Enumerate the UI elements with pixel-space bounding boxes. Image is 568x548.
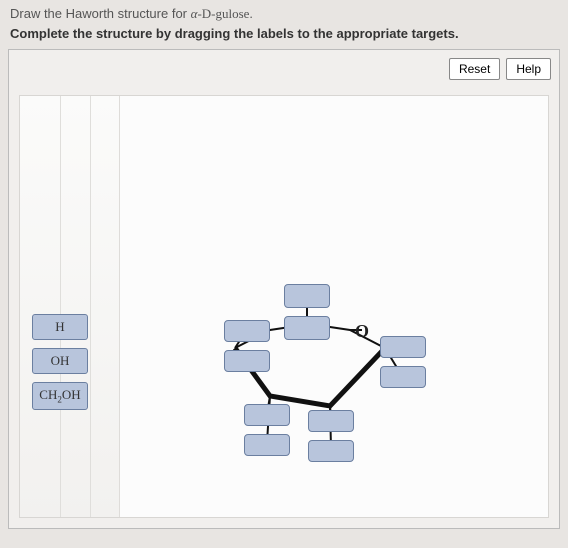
drop-target-c4-down[interactable] (224, 350, 270, 372)
prompt-tail: -D-gulose. (197, 6, 252, 21)
prompt-line-1: Draw the Haworth structure for α-D-gulos… (10, 6, 558, 22)
exercise-panel: Reset Help H OH CH2OH (8, 49, 560, 529)
prompt-part1: Draw the Haworth structure for (10, 6, 191, 21)
drop-target-c3-down[interactable] (244, 434, 290, 456)
label-palette: H OH CH2OH (20, 96, 120, 517)
drop-target-c2-up[interactable] (308, 410, 354, 432)
button-bar: Reset Help (449, 58, 551, 80)
drop-target-c1-up[interactable] (380, 336, 426, 358)
drop-target-c3-up[interactable] (244, 404, 290, 426)
label-chip-oh[interactable]: OH (32, 348, 88, 374)
drop-target-c5-up[interactable] (284, 284, 330, 308)
ring-oxygen-label: O (355, 321, 369, 342)
label-chip-h[interactable]: H (32, 314, 88, 340)
instructions-block: Draw the Haworth structure for α-D-gulos… (0, 0, 568, 43)
help-button[interactable]: Help (506, 58, 551, 80)
palette-divider (90, 96, 91, 517)
drawing-canvas: H OH CH2OH (19, 95, 549, 518)
palette-items: H OH CH2OH (32, 314, 88, 410)
drop-target-c5-down[interactable] (284, 316, 330, 340)
prompt-line-2: Complete the structure by dragging the l… (10, 26, 558, 41)
haworth-diagram: O (160, 246, 450, 496)
drop-target-c4-up[interactable] (224, 320, 270, 342)
drop-target-c2-down[interactable] (308, 440, 354, 462)
drop-target-c1-down[interactable] (380, 366, 426, 388)
label-chip-ch2oh[interactable]: CH2OH (32, 382, 88, 410)
reset-button[interactable]: Reset (449, 58, 500, 80)
palette-divider (60, 96, 61, 517)
